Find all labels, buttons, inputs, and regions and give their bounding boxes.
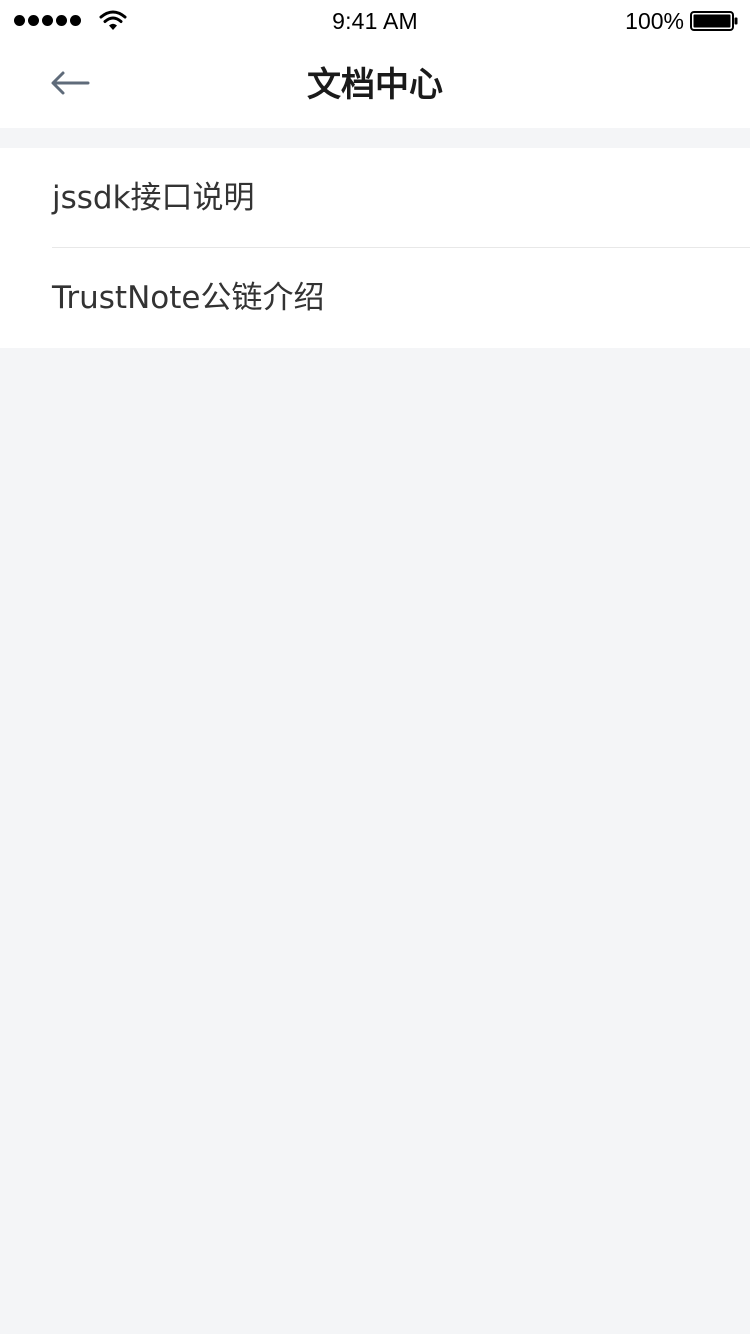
navigation-bar: 文档中心 <box>0 42 750 128</box>
document-list: jssdk接口说明 TrustNote公链介绍 <box>0 148 750 348</box>
battery-icon <box>690 11 738 31</box>
list-item-trustnote[interactable]: TrustNote公链介绍 <box>0 248 750 348</box>
status-bar: 9:41 AM 100% <box>0 0 750 42</box>
back-button[interactable] <box>36 58 106 108</box>
screen: 9:41 AM 100% 文档中心 jssdk接口说明 TrustNote公链介… <box>0 0 750 1334</box>
list-item-label: jssdk接口说明 <box>52 180 255 216</box>
list-item-label: TrustNote公链介绍 <box>52 280 325 316</box>
page-title: 文档中心 <box>307 65 443 105</box>
back-arrow-icon <box>51 71 90 95</box>
list-item-jssdk[interactable]: jssdk接口说明 <box>0 148 750 248</box>
battery-percentage: 100% <box>625 8 684 34</box>
